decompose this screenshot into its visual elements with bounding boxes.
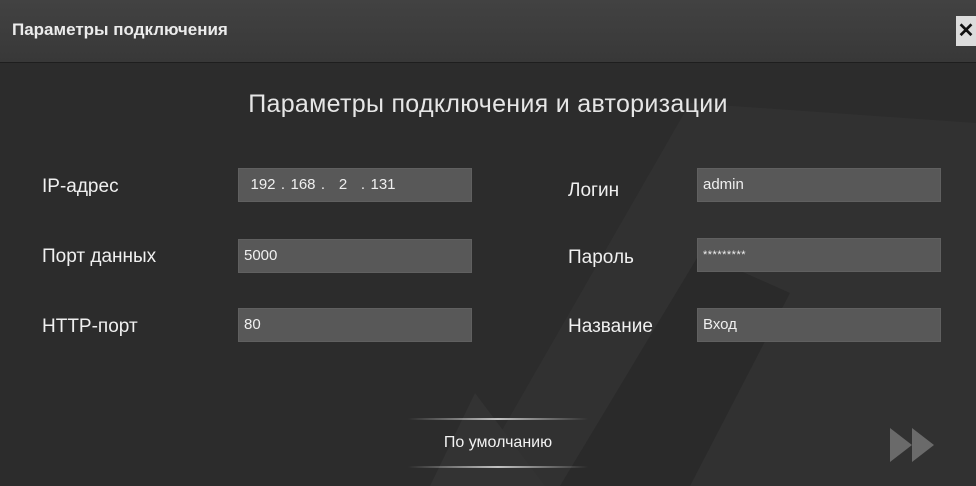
data-port-label: Порт данных [42,246,157,267]
button-divider-top [408,418,588,420]
password-label: Пароль [568,247,634,268]
ip-octet-1[interactable]: 192 [249,169,277,201]
ip-address-field[interactable]: 192 . 168 . 2 . 131 [238,168,472,202]
login-label: Логин [568,180,620,201]
fast-forward-icon [890,428,934,462]
title-bar: Параметры подключения [0,0,976,63]
ip-octet-3[interactable]: 2 [329,169,357,201]
ip-separator: . [360,176,366,193]
default-button[interactable]: По умолчанию [408,418,588,468]
http-port-label: HTTP-порт [42,316,138,337]
ip-separator: . [280,176,286,193]
login-field[interactable]: admin [697,168,941,202]
next-button[interactable] [888,424,938,466]
button-divider-bottom [408,466,588,468]
ip-octet-2[interactable]: 168 [289,169,317,201]
page-heading: Параметры подключения и авторизации [248,90,728,118]
ip-octet-4[interactable]: 131 [369,169,397,201]
connection-settings-window: Параметры подключения ✕ Параметры подклю… [0,0,976,486]
name-field[interactable]: Вход [697,308,941,342]
http-port-field[interactable]: 80 [238,308,472,342]
close-icon: ✕ [957,20,975,42]
ip-separator: . [320,176,326,193]
data-port-field[interactable]: 5000 [238,239,472,273]
password-field[interactable]: ********* [697,238,941,272]
ip-address-label: IP-адрес [42,176,119,197]
name-label: Название [568,316,653,337]
window-title: Параметры подключения [12,20,228,39]
close-button[interactable]: ✕ [956,16,976,46]
default-button-label: По умолчанию [443,434,553,451]
